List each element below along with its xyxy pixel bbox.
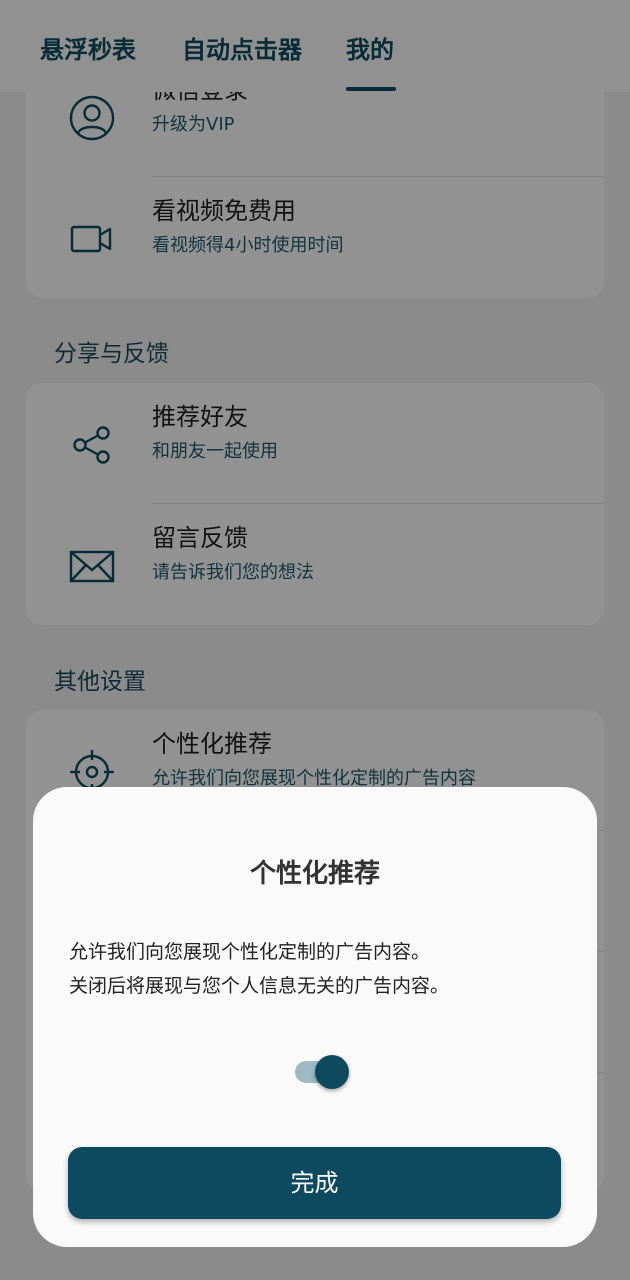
- personalized-rec-dialog: 个性化推荐 允许我们向您展现个性化定制的广告内容。 关闭后将展现与您个人信息无关…: [33, 787, 597, 1247]
- dialog-line-2: 关闭后将展现与您个人信息无关的广告内容。: [69, 975, 450, 997]
- toggle-thumb: [315, 1055, 349, 1089]
- dialog-line-1: 允许我们向您展现个性化定制的广告内容。: [69, 941, 431, 963]
- dialog-title: 个性化推荐: [249, 859, 380, 889]
- done-button[interactable]: 完成: [68, 1147, 561, 1219]
- personalized-rec-toggle[interactable]: [295, 1055, 351, 1089]
